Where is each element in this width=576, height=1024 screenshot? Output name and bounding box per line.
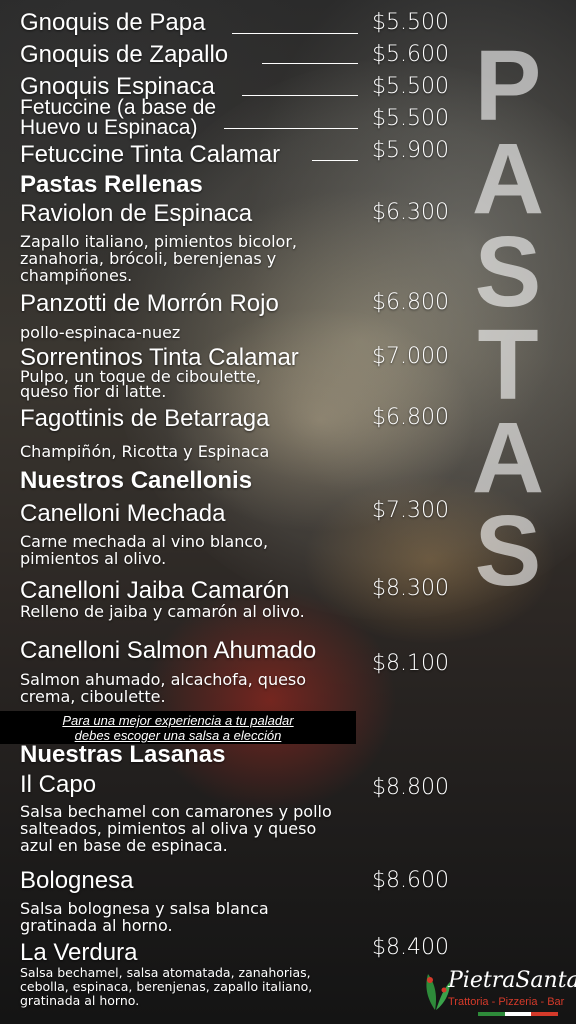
sauce-note-banner: Para una mejor experiencia a tu paladar … bbox=[0, 711, 356, 744]
item-name: Gnoquis de Papa bbox=[20, 9, 206, 36]
leader-line bbox=[312, 160, 358, 161]
menu-board: P A S T A S Gnoquis de Papa $5.500 Gnoqu… bbox=[0, 0, 576, 1024]
item-description: Salsa bolognesa y salsa blanca gratinada… bbox=[20, 899, 269, 935]
item-price: $8.600 bbox=[372, 868, 449, 893]
side-title-pastas: P A S T A S bbox=[471, 30, 545, 607]
item-name: Fetuccine (a base de Huevo u Espinaca) bbox=[20, 96, 217, 139]
item-name: Bolognesa bbox=[20, 867, 134, 894]
item-price: $5.600 bbox=[372, 42, 449, 67]
item-name: Raviolon de Espinaca bbox=[20, 200, 253, 227]
logo-wordmark: PietraSanta bbox=[448, 968, 576, 993]
item-name: Fagottinis de Betarraga bbox=[20, 405, 270, 432]
leader-line bbox=[242, 95, 358, 96]
item-description: Salmon ahumado, alcachofa, queso crema, … bbox=[20, 670, 307, 706]
item-price: $5.900 bbox=[372, 138, 449, 163]
item-price: $5.500 bbox=[372, 106, 449, 131]
item-name: Il Capo bbox=[20, 771, 97, 798]
section-heading-lasanas: Nuestras Lasanas bbox=[20, 741, 226, 768]
item-price: $6.800 bbox=[372, 405, 449, 430]
item-price: $8.300 bbox=[372, 576, 449, 601]
item-price: $7.000 bbox=[372, 344, 449, 369]
item-price: $6.800 bbox=[372, 290, 449, 315]
item-description: Champiñón, Ricotta y Espinaca bbox=[20, 442, 270, 461]
leader-line bbox=[232, 33, 358, 34]
item-name: Canelloni Mechada bbox=[20, 500, 226, 527]
item-description: Salsa bechamel con camarones y pollo sal… bbox=[20, 802, 332, 855]
item-name: Gnoquis de Zapallo bbox=[20, 41, 229, 68]
item-name: La Verdura bbox=[20, 939, 138, 966]
logo-tagline: Trattoria - Pizzeria - Bar bbox=[448, 996, 565, 1008]
item-name: Panzotti de Morrón Rojo bbox=[20, 290, 279, 317]
item-price: $8.800 bbox=[372, 775, 449, 800]
item-description: Pulpo, un toque de ciboulette, queso fio… bbox=[20, 367, 261, 401]
section-heading-rellenas: Pastas Rellenas bbox=[20, 171, 203, 198]
item-price: $5.500 bbox=[372, 74, 449, 99]
restaurant-logo: PietraSanta Trattoria - Pizzeria - Bar bbox=[418, 966, 576, 1018]
italian-flag-stripe bbox=[478, 1012, 559, 1016]
item-price: $6.300 bbox=[372, 200, 449, 225]
section-heading-canellonis: Nuestros Canellonis bbox=[20, 467, 253, 494]
item-name: Fetuccine Tinta Calamar bbox=[20, 141, 281, 168]
item-name: Canelloni Salmon Ahumado bbox=[20, 637, 317, 664]
item-description: pollo-espinaca-nuez bbox=[20, 323, 181, 342]
herb-leaf-icon bbox=[426, 974, 450, 1010]
item-description: Carne mechada al vino blanco, pimientos … bbox=[20, 532, 269, 568]
item-price: $7.300 bbox=[372, 498, 449, 523]
item-description: Relleno de jaiba y camarón al olivo. bbox=[20, 602, 305, 621]
item-price: $8.400 bbox=[372, 935, 449, 960]
item-description: Salsa bechamel, salsa atomatada, zanahor… bbox=[20, 965, 313, 1008]
item-price: $8.100 bbox=[372, 651, 449, 676]
leader-line bbox=[224, 128, 358, 129]
item-name: Canelloni Jaiba Camarón bbox=[20, 577, 290, 604]
leader-line bbox=[262, 63, 358, 64]
item-description: Zapallo italiano, pimientos bicolor, zan… bbox=[20, 232, 297, 285]
item-price: $5.500 bbox=[372, 10, 449, 35]
